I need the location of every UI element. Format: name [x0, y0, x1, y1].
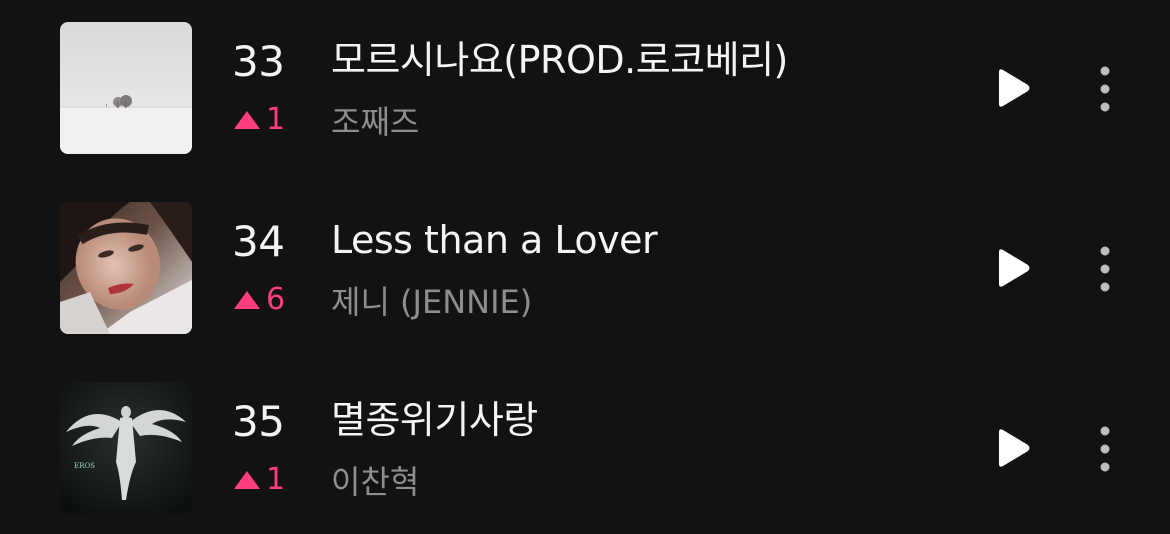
- play-icon: [999, 69, 1030, 107]
- up-arrow-icon: [234, 471, 260, 489]
- album-cover-winged-figure[interactable]: EROS: [60, 382, 192, 514]
- portrait-cover-icon: [60, 202, 192, 334]
- chart-row-35[interactable]: EROS 35 1 멸종위기사랑 이찬혁: [0, 382, 1170, 516]
- winged-figure-cover-icon: EROS: [60, 382, 192, 514]
- album-cover-snowy-landscape[interactable]: [60, 22, 192, 154]
- chart-list: 33 1 모르시나요(PROD.로코베리) 조째즈 34 6 Less than…: [0, 0, 1170, 534]
- more-vertical-icon: [1100, 426, 1110, 472]
- play-button[interactable]: [990, 426, 1034, 470]
- rank-change-up: 1: [234, 462, 285, 498]
- rank-change-value: 6: [266, 282, 286, 317]
- play-icon: [999, 429, 1030, 467]
- more-options-button[interactable]: [1090, 244, 1120, 294]
- rank-change-value: 1: [266, 102, 286, 137]
- song-title[interactable]: Less than a Lover: [331, 216, 951, 264]
- chart-row-34[interactable]: 34 6 Less than a Lover 제니 (JENNIE): [0, 202, 1170, 336]
- rank-number: 34: [232, 217, 285, 266]
- artist-name[interactable]: 이찬혁: [331, 462, 931, 502]
- svg-text:EROS: EROS: [74, 462, 95, 470]
- song-title[interactable]: 모르시나요(PROD.로코베리): [331, 36, 951, 84]
- song-title[interactable]: 멸종위기사랑: [331, 396, 951, 444]
- album-cover-portrait[interactable]: [60, 202, 192, 334]
- up-arrow-icon: [234, 291, 260, 309]
- more-vertical-icon: [1100, 246, 1110, 292]
- more-vertical-icon: [1100, 66, 1110, 112]
- rank-change-value: 1: [266, 462, 286, 497]
- play-button[interactable]: [990, 66, 1034, 110]
- chart-row-33[interactable]: 33 1 모르시나요(PROD.로코베리) 조째즈: [0, 22, 1170, 156]
- play-button[interactable]: [990, 246, 1034, 290]
- more-options-button[interactable]: [1090, 424, 1120, 474]
- artist-name[interactable]: 조째즈: [331, 102, 931, 142]
- rank-number: 35: [232, 397, 285, 446]
- play-icon: [999, 249, 1030, 287]
- artist-name[interactable]: 제니 (JENNIE): [331, 282, 931, 322]
- more-options-button[interactable]: [1090, 64, 1120, 114]
- up-arrow-icon: [234, 111, 260, 129]
- rank-change-up: 6: [234, 282, 285, 318]
- rank-number: 33: [232, 37, 285, 86]
- rank-change-up: 1: [234, 102, 285, 138]
- snowy-landscape-cover-icon: [60, 22, 192, 154]
